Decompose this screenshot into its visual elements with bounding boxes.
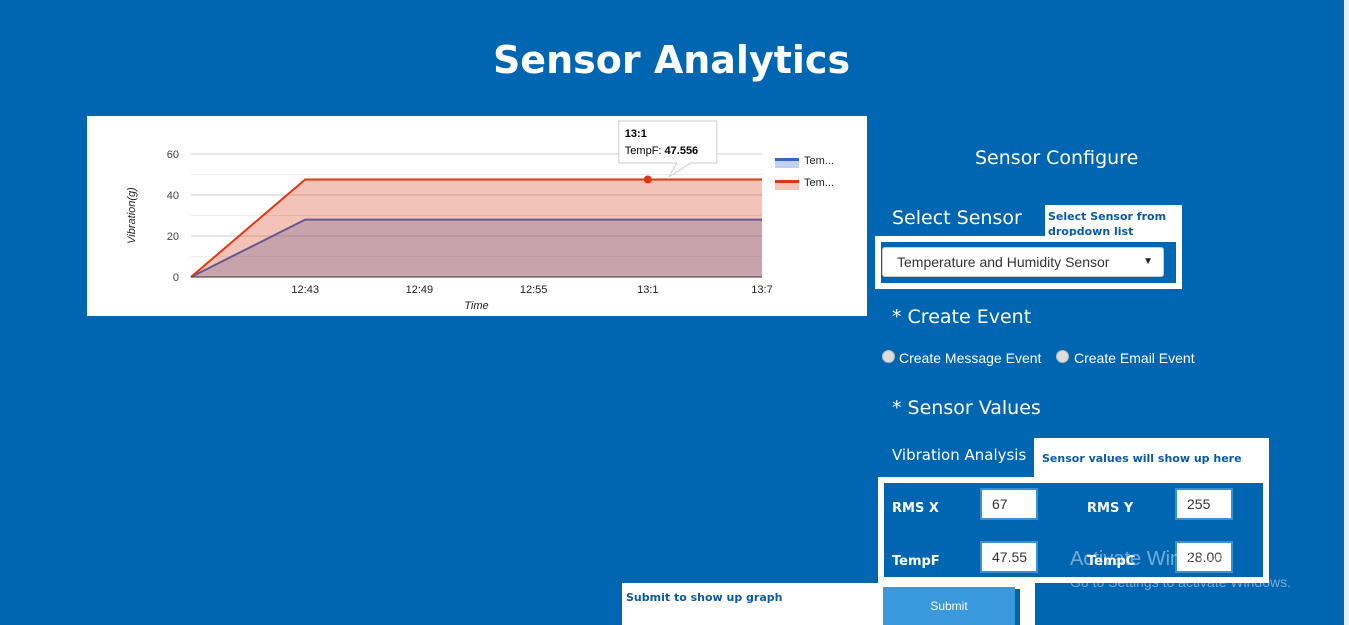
tooltip-title: 13:1 — [625, 128, 647, 140]
vibration-analysis-label: Vibration Analysis — [892, 446, 1027, 464]
y-tick-label: 60 — [167, 149, 179, 161]
rms-x-input[interactable]: 67 — [980, 488, 1038, 520]
submit-button[interactable]: Submit — [883, 587, 1015, 625]
tempf-input[interactable]: 47.55 — [980, 541, 1038, 573]
x-tick-label: 12:43 — [291, 284, 319, 296]
y-tick-label: 20 — [167, 231, 179, 243]
x-tick-label: 12:55 — [520, 284, 548, 296]
activate-windows-subtext: Go to Settings to activate Windows. — [1070, 574, 1291, 590]
y-tick-label: 40 — [167, 190, 179, 202]
x-tick-label: 12:49 — [406, 284, 434, 296]
sensor-select[interactable]: Temperature and Humidity Sensor ▼ — [882, 247, 1164, 277]
x-tick-label: 13:7 — [751, 284, 772, 296]
select-sensor-label: Select Sensor — [892, 207, 1022, 229]
radio-message-label[interactable]: Create Message Event — [899, 350, 1041, 366]
legend-swatch-area — [775, 161, 799, 168]
page-title: Sensor Analytics — [492, 38, 851, 82]
y-axis-title: Vibration(g) — [126, 187, 138, 244]
series-area — [191, 179, 762, 277]
sensor-select-value: Temperature and Humidity Sensor — [897, 254, 1110, 270]
area-chart: 0 20 40 60 12:43 12:49 12:55 13:1 13:7 Time Vibrat… — [126, 120, 834, 312]
legend-swatch-area — [775, 183, 799, 190]
config-heading: Sensor Configure — [975, 147, 1139, 169]
window-edge — [1344, 0, 1349, 625]
rms-y-label: RMS Y — [1087, 501, 1134, 516]
x-axis-title: Time — [464, 300, 488, 312]
legend-label: Tem... — [804, 177, 834, 189]
tempf-label: TempF — [892, 554, 940, 569]
legend-swatch-line — [775, 158, 799, 161]
create-event-heading: * Create Event — [892, 306, 1032, 328]
tooltip-value: 47.556 — [665, 145, 699, 157]
x-tick-label: 13:1 — [637, 284, 658, 296]
radio-email-label[interactable]: Create Email Event — [1074, 350, 1195, 366]
radio-message-event[interactable] — [882, 350, 895, 363]
activate-windows-watermark: Activate Windows — [1070, 548, 1228, 570]
chevron-down-icon: ▼ — [1143, 256, 1153, 267]
radio-email-event[interactable] — [1056, 350, 1069, 363]
sensor-values-heading: * Sensor Values — [892, 397, 1041, 419]
tooltip-label: TempF: 47.556 — [625, 145, 698, 157]
data-point-highlight — [643, 175, 652, 184]
y-tick-label: 0 — [173, 272, 179, 284]
legend-label: Tem... — [804, 155, 834, 167]
legend-swatch-line — [775, 180, 799, 183]
rms-y-input[interactable]: 255 — [1175, 488, 1233, 520]
rms-x-label: RMS X — [892, 501, 939, 516]
chart-panel: 0 20 40 60 12:43 12:49 12:55 13:1 13:7 Time Vibrat… — [87, 116, 867, 316]
